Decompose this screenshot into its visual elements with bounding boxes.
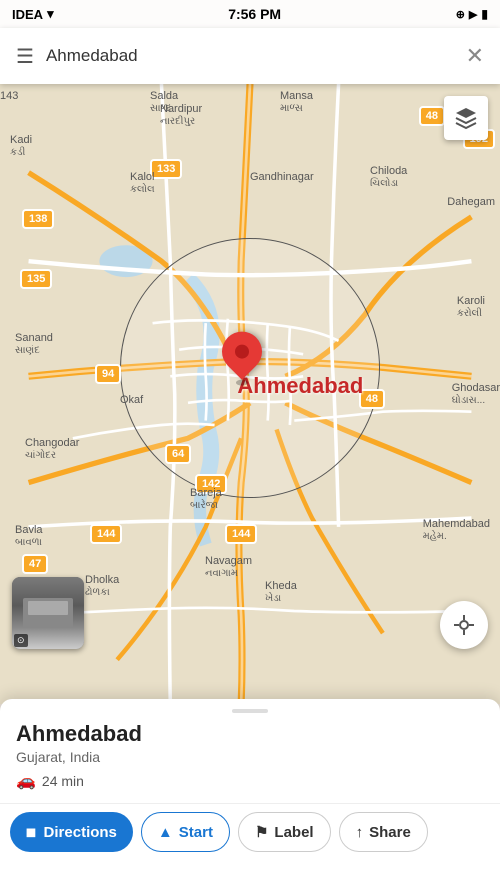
status-left: IDEA ▾ (12, 6, 54, 22)
city-name: Ahmedabad (16, 721, 484, 747)
label-kadi: Kadiકડી (10, 134, 32, 158)
route-badge-144a: 144 (90, 524, 122, 544)
label-dahegam: Dahegam (447, 196, 495, 208)
label-sanand: Sanandસાણંદ (15, 332, 53, 356)
close-icon[interactable]: ✕ (466, 43, 484, 69)
label-143: 143 (0, 90, 18, 102)
share-label: Share (369, 824, 411, 841)
route-badge-133: 133 (150, 159, 182, 179)
route-badge-64: 64 (165, 444, 191, 464)
start-icon: ▲ (158, 824, 173, 841)
route-badge-47: 47 (22, 554, 48, 574)
label-changodar: Changodarચાંગોદર (25, 437, 79, 461)
label-karoli: Karoliકરોલી (457, 295, 485, 319)
status-bar: IDEA ▾ 7:56 PM ⊕ ▶ ▮ (0, 0, 500, 28)
state-name: Gujarat, India (16, 749, 484, 765)
label-button[interactable]: ⚑ Label (238, 812, 331, 852)
route-badge-94: 94 (95, 364, 121, 384)
label-bavla: Bavlaબાવળા (15, 524, 43, 548)
label-chiloda: Chilodaચિલોડા (370, 165, 407, 189)
share-button[interactable]: ↑ Share (339, 812, 428, 852)
sheet-handle[interactable] (232, 709, 268, 713)
location-pin[interactable] (222, 332, 262, 384)
directions-icon: ◆ (21, 822, 42, 843)
location-icon: ⊕ (456, 8, 465, 21)
status-icons: ⊕ ▶ ▮ (456, 7, 488, 21)
label-ghodasar: Ghodasarઘોડાસ... (452, 382, 500, 406)
label-kalol: Kalolકલોલ (130, 171, 155, 195)
label-navagam: Navagamનવાગામ (205, 555, 252, 579)
label-icon: ⚑ (255, 823, 268, 841)
location-info: Ahmedabad Gujarat, India 🚗 24 min (0, 721, 500, 803)
layer-button[interactable] (444, 96, 488, 140)
start-label: Start (179, 824, 213, 841)
route-badge-138a: 138 (22, 209, 54, 229)
label-mansa: Mansaમાળ્સ (280, 90, 313, 114)
search-input[interactable] (46, 46, 454, 66)
map-background: Ahmedabad 48 192 138 133 135 94 48 64 14… (0, 84, 500, 704)
start-button[interactable]: ▲ Start (141, 812, 230, 852)
status-time: 7:56 PM (228, 6, 281, 22)
label-text: Label (274, 824, 313, 841)
route-badge-135: 135 (20, 269, 52, 289)
label-kheda: Khedaખેડા (265, 580, 297, 604)
search-bar: ☰ ✕ (0, 28, 500, 84)
street-view-label: ⊙ (14, 634, 28, 647)
label-salda: Saldaસાળ્દ (150, 90, 178, 114)
route-badge-144b: 144 (225, 524, 257, 544)
action-buttons-bar: ◆ Directions ▲ Start ⚑ Label ↑ Share (0, 803, 500, 860)
car-icon: 🚗 (16, 771, 36, 791)
battery-icon: ▮ (481, 7, 488, 21)
label-dholka: Dholkaઢોળકા (85, 574, 119, 598)
map-area[interactable]: Ahmedabad 48 192 138 133 135 94 48 64 14… (0, 84, 500, 704)
directions-button[interactable]: ◆ Directions (10, 812, 133, 852)
label-okaf: Okaf (120, 394, 143, 406)
wifi-icon: ▾ (47, 6, 54, 22)
share-icon: ↑ (356, 824, 364, 841)
location-button[interactable] (440, 601, 488, 649)
label-mahemdabad: Mahemdabadમહેમ. (423, 518, 490, 542)
street-view-thumbnail[interactable]: ⊙ (12, 577, 84, 649)
route-badge-48a: 48 (419, 106, 445, 126)
drive-time-value: 24 min (42, 773, 84, 789)
bottom-sheet: Ahmedabad Gujarat, India 🚗 24 min ◆ Dire… (0, 699, 500, 889)
carrier-label: IDEA (12, 7, 43, 22)
label-gandhinagar: Gandhinagar (250, 171, 314, 183)
menu-icon[interactable]: ☰ (16, 44, 34, 69)
directions-label: Directions (44, 824, 117, 841)
drive-time: 🚗 24 min (16, 771, 484, 791)
signal-icon: ▶ (469, 8, 477, 21)
label-bareja: Barejaબારેજા (190, 487, 222, 511)
